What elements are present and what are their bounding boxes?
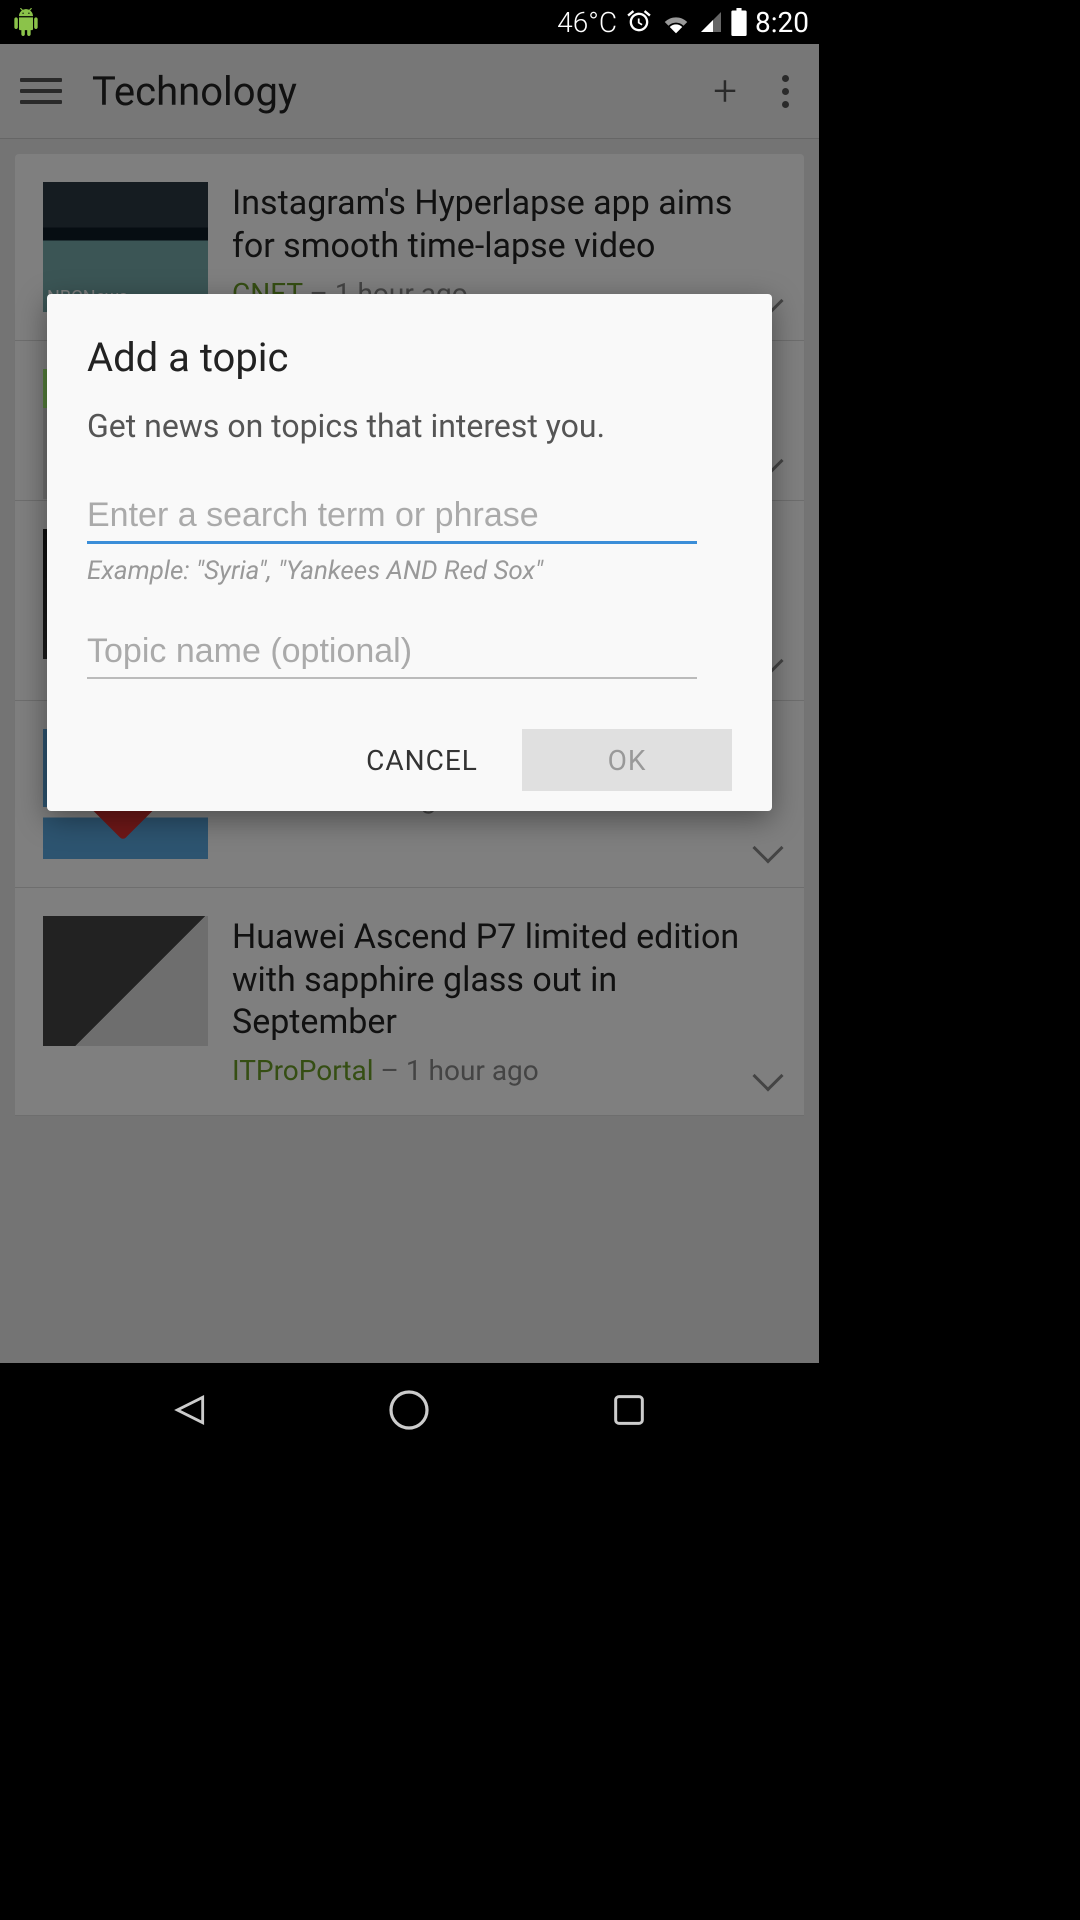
status-bar: 46°C 8:20 — [0, 0, 819, 44]
alarm-icon — [625, 8, 653, 36]
wifi-icon — [661, 10, 691, 34]
recents-button[interactable] — [602, 1382, 657, 1437]
status-time: 8:20 — [755, 6, 809, 39]
back-button[interactable] — [162, 1382, 217, 1437]
navigation-bar — [0, 1363, 819, 1456]
cancel-button[interactable]: CANCEL — [352, 729, 492, 791]
android-icon — [10, 8, 42, 36]
topic-name-input[interactable] — [87, 626, 697, 679]
dialog-title: Add a topic — [87, 334, 732, 381]
battery-icon — [731, 8, 747, 36]
status-temperature: 46°C — [557, 6, 617, 39]
ok-button[interactable]: OK — [522, 729, 732, 791]
dialog-subtitle: Get news on topics that interest you. — [87, 405, 732, 448]
home-button[interactable] — [382, 1382, 437, 1437]
input-example: Example: "Syria", "Yankees AND Red Sox" — [87, 556, 732, 586]
cell-signal-icon — [699, 10, 723, 34]
add-topic-dialog: Add a topic Get news on topics that inte… — [47, 294, 772, 811]
search-term-input[interactable] — [87, 490, 697, 544]
